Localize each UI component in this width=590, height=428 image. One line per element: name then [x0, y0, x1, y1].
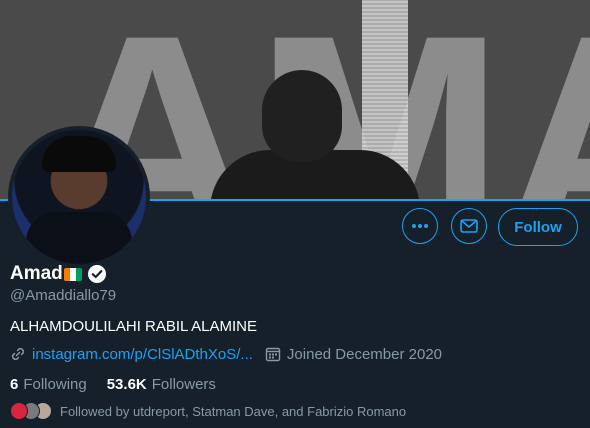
- profile-avatar[interactable]: [8, 126, 150, 268]
- followers-label: Followers: [151, 375, 216, 393]
- following-label: Following: [23, 375, 87, 393]
- profile-stats: 6 Following 53.6K Followers: [10, 374, 216, 394]
- profile-meta: instagram.com/p/ClSlADthXoS/... Joined D…: [10, 344, 442, 364]
- followed-by-row[interactable]: Followed by utdreport, Statman Dave, and…: [10, 402, 406, 420]
- link-icon: [11, 347, 25, 361]
- avatar-hair: [42, 136, 116, 172]
- profile-joined-date: Joined December 2020: [286, 345, 443, 363]
- followed-by-text: Followed by utdreport, Statman Dave, and…: [60, 403, 407, 419]
- more-options-button[interactable]: [402, 208, 438, 244]
- follower-avatar: [10, 402, 28, 420]
- follow-button[interactable]: Follow: [498, 208, 578, 246]
- followed-by-avatars: [10, 402, 52, 420]
- followers-link[interactable]: 53.6K Followers: [107, 376, 216, 393]
- following-count: 6: [10, 375, 19, 393]
- more-icon: [412, 224, 428, 228]
- profile-handle: @Amaddiallo79: [10, 287, 117, 304]
- message-button[interactable]: [451, 208, 487, 244]
- followers-count: 53.6K: [106, 375, 147, 393]
- following-link[interactable]: 6 Following: [10, 376, 87, 393]
- ivory-coast-flag-icon: [63, 267, 82, 281]
- banner-figure-head: [262, 70, 342, 162]
- profile-bio: ALHAMDOULILAHI RABIL ALAMINE: [10, 318, 258, 335]
- profile-name-row: Amad: [10, 262, 107, 286]
- mail-icon: [460, 219, 478, 233]
- verified-badge-icon: [87, 265, 106, 283]
- avatar-photo: [12, 130, 146, 264]
- profile-name: Amad: [10, 263, 63, 284]
- calendar-icon: [265, 346, 281, 362]
- profile-website-link[interactable]: instagram.com/p/ClSlADthXoS/...: [32, 346, 253, 363]
- avatar-collar: [26, 212, 132, 264]
